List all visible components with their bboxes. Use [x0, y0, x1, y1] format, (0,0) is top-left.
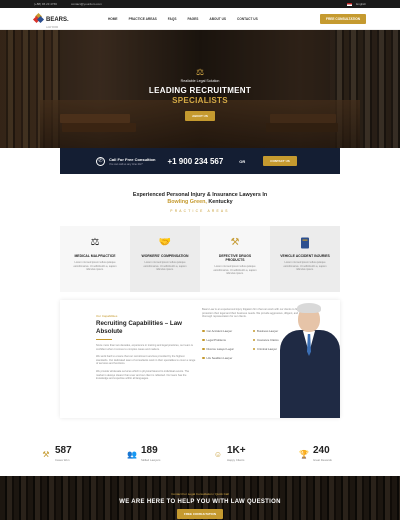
list-item[interactable]: Life Sealition Lawyer: [202, 356, 247, 360]
capabilities-title: Recruiting Capabilities – Law Absolute: [96, 320, 182, 335]
phone-number[interactable]: +1 900 234 567: [167, 157, 223, 166]
topbar-email[interactable]: contact@yourdom.com: [71, 2, 102, 6]
book-icon: [298, 236, 312, 250]
stat-number: 587: [55, 445, 72, 456]
service-description: Lorem nisi sed ipsum tellus quisque estm…: [283, 261, 327, 272]
section-subtitle: PRACTICE AREAS: [170, 209, 230, 213]
capabilities-paragraph: Since more than two decades, experience …: [96, 344, 193, 351]
smile-icon: ☺: [213, 449, 223, 459]
stat-item: ☺ 1K+ Happy Clients: [213, 432, 273, 476]
stat-item: 👥 189 Skilled Lawyers: [127, 432, 187, 476]
list-item[interactable]: Divorce Lawyer Legal: [202, 347, 247, 351]
stat-label: Cases Won: [55, 458, 70, 462]
cta-band: Contact For Legal Consultation / Quick C…: [0, 476, 400, 520]
stat-number: 1K+: [227, 445, 246, 456]
logo[interactable]: BEARS. LAW FIRM: [32, 8, 96, 29]
hero-section: ⚖ Realiable Legal Solution LEADING RECRU…: [0, 30, 400, 148]
service-title: WORKERS' COMPENSATION: [141, 254, 189, 258]
stat-number: 240: [313, 445, 330, 456]
trophy-icon: 🏆: [299, 449, 309, 459]
capabilities-paragraph: We work hard to ensure that our recruitm…: [96, 355, 196, 366]
phone-icon: ✆: [96, 156, 105, 166]
nav-faqs[interactable]: FAQS: [168, 17, 177, 21]
nav-practice-areas[interactable]: PRACTICE AREAS: [129, 17, 157, 21]
call-title: Call For Free Consultion: [109, 156, 156, 162]
top-bar: (+88) 96 23 4766 contact@yourdom.com Eng…: [0, 0, 400, 8]
service-card[interactable]: 🤝 WORKERS' COMPENSATION Lorem nisi sed i…: [130, 226, 200, 292]
users-icon: 👥: [127, 449, 137, 459]
cta-subtitle: Contact For Legal Consultation / Quick C…: [171, 492, 229, 496]
service-card[interactable]: VEHICLE ACCIDENT INJURIES Lorem nisi sed…: [270, 226, 340, 292]
scales-icon: ⚖: [90, 237, 100, 248]
free-consultation-button[interactable]: FREE CONSULTATION: [320, 13, 366, 24]
service-description: Lorem nisi sed ipsum tellus quisque estm…: [143, 261, 187, 272]
service-title: DEFECTIVE DRUGS PRODUCTS: [218, 254, 252, 262]
about-us-button[interactable]: ABOUT US: [185, 111, 215, 121]
logo-text: BEARS.: [46, 17, 69, 23]
cta-button[interactable]: FREE CONSULTATION: [177, 509, 223, 519]
flag-icon: [347, 2, 353, 6]
stat-label: Happy Clients: [227, 458, 245, 462]
section-title-location: Bowling Green, Kentucky: [167, 199, 233, 205]
handshake-icon: 🤝: [158, 237, 172, 248]
stat-label: Great Rewards: [313, 458, 332, 462]
main-nav: HOME PRACTICE AREAS FAQS PAGES ABOUT US …: [108, 17, 258, 21]
service-card[interactable]: ⚖ MEDICAL MALPRACTICE Lorem nisi sed ips…: [60, 226, 130, 292]
logo-icon: [32, 12, 45, 24]
contact-us-button[interactable]: CONTACT US: [263, 156, 297, 166]
hero-title-highlight: SPECIALISTS: [172, 96, 228, 105]
practice-areas-grid: ⚖ MEDICAL MALPRACTICE Lorem nisi sed ips…: [60, 226, 340, 292]
nav-home[interactable]: HOME: [108, 17, 118, 21]
or-label: OR: [239, 158, 246, 164]
gavel-icon: ⚒: [42, 449, 50, 459]
service-description: Lorem nisi sed ipsum tellus quisque estm…: [213, 265, 257, 276]
list-item[interactable]: Legal Problems: [202, 338, 247, 342]
hero-subtitle: Realiable Legal Solution: [180, 79, 220, 83]
nav-about-us[interactable]: ABOUT US: [209, 17, 226, 21]
nav-contact-us[interactable]: CONTACT US: [237, 17, 258, 21]
language-label: English: [356, 2, 366, 6]
capabilities-paragraph: We provide wholesale services which is p…: [96, 369, 190, 381]
divider: [96, 339, 112, 340]
capabilities-kicker: Our Capabilities: [96, 314, 118, 318]
list-item[interactable]: Car Accident Lawyer: [202, 329, 247, 333]
stat-number: 189: [141, 445, 158, 456]
service-card[interactable]: ⚒ DEFECTIVE DRUGS PRODUCTS Lorem nisi se…: [200, 226, 270, 292]
lawyer-portrait: [276, 300, 346, 418]
language-selector[interactable]: English: [347, 2, 366, 6]
logo-subtext: LAW FIRM: [46, 26, 59, 29]
gavel-icon: ⚒: [230, 237, 240, 248]
cta-title: WE ARE HERE TO HELP YOU WITH LAW QUESTIO…: [119, 499, 281, 505]
service-title: VEHICLE ACCIDENT INJURIES: [280, 254, 330, 258]
hero-title: LEADING RECRUITMENT: [148, 86, 252, 95]
capabilities-card: Our Capabilities Recruiting Capabilities…: [60, 300, 340, 418]
stat-label: Skilled Lawyers: [141, 458, 161, 462]
stat-item: 🏆 240 Great Rewards: [299, 432, 359, 476]
call-banner: ✆ Call For Free Consultion You can call …: [60, 148, 340, 174]
service-description: Lorem nisi sed ipsum tellus quisque estm…: [73, 261, 117, 272]
service-title: MEDICAL MALPRACTICE: [74, 254, 116, 258]
stats-row: ⚒ 587 Cases Won 👥 189 Skilled Lawyers ☺ …: [0, 432, 400, 476]
section-title: Experienced Personal Injury & Insurance …: [132, 192, 268, 198]
nav-pages[interactable]: PAGES: [187, 17, 198, 21]
practice-heading: Experienced Personal Injury & Insurance …: [0, 192, 400, 213]
call-subtitle: You can call us any time 24/7: [109, 162, 143, 166]
stat-item: ⚒ 587 Cases Won: [41, 432, 101, 476]
site-header: BEARS. LAW FIRM HOME PRACTICE AREAS FAQS…: [0, 8, 400, 30]
topbar-phone[interactable]: (+88) 96 23 4766: [34, 2, 57, 6]
scales-icon: ⚖: [195, 67, 205, 77]
